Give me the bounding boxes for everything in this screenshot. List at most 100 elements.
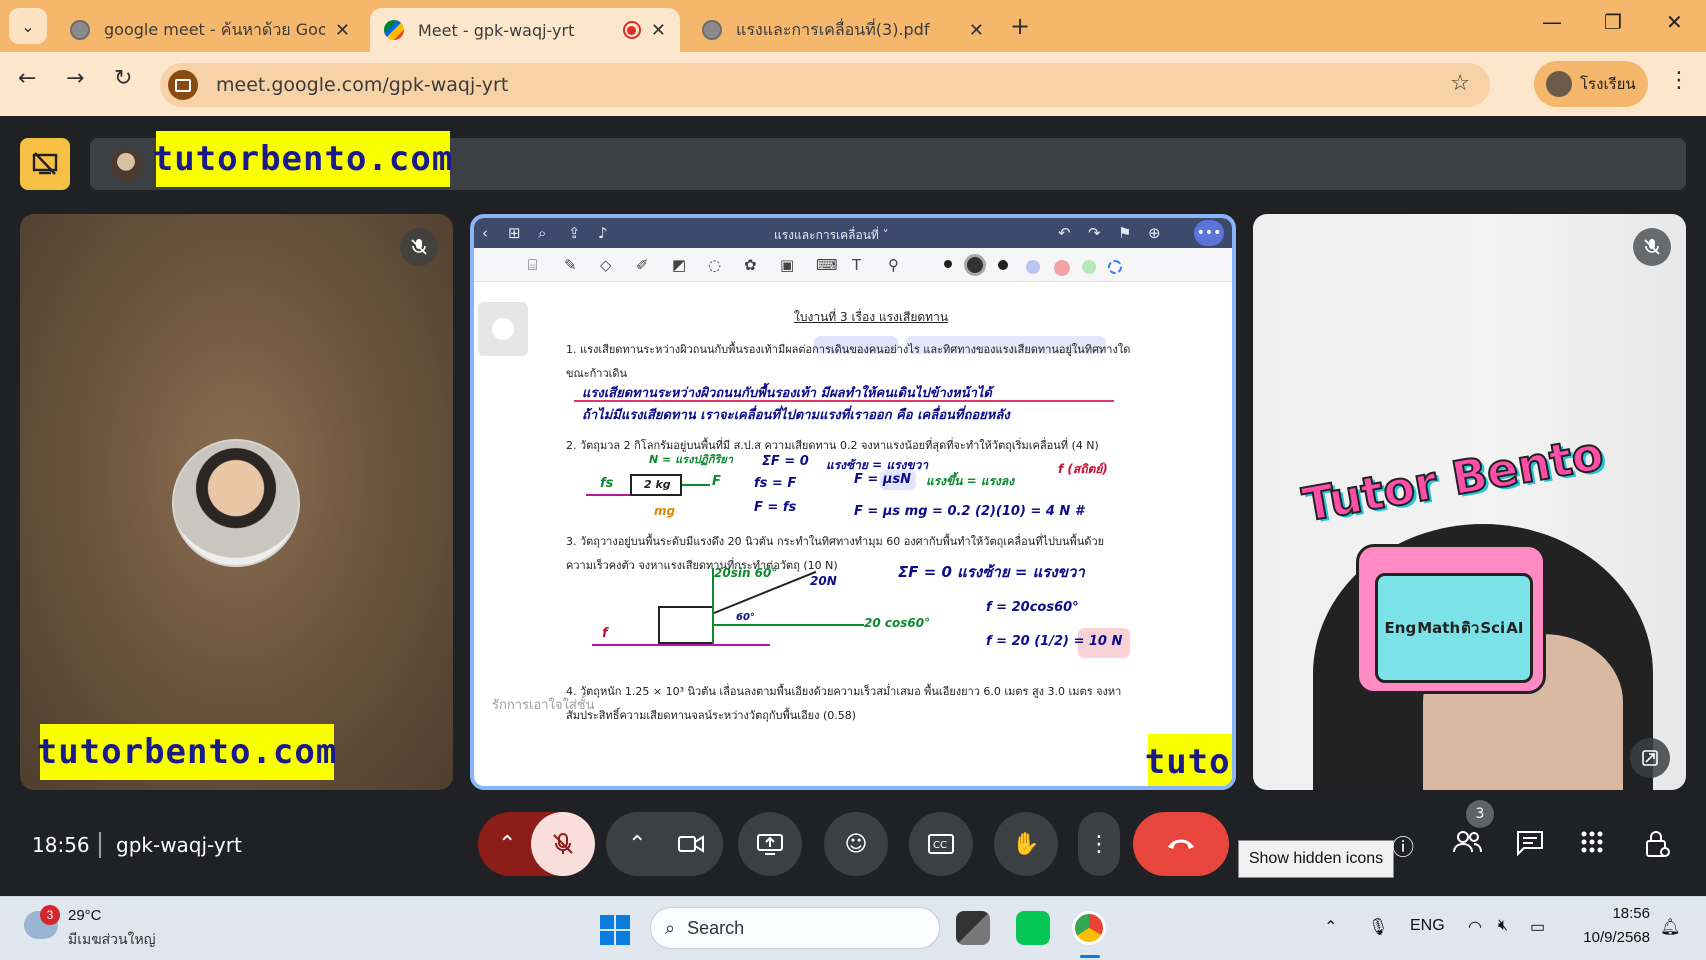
highlighter-icon[interactable]: ✐ xyxy=(636,256,649,274)
notifications-icon[interactable]: 🔔︎ xyxy=(1660,917,1680,937)
chrome-app-icon[interactable] xyxy=(1072,911,1106,945)
participant-tile-tutor[interactable]: Tutor Bento Eng Math ติว Sci AI xyxy=(1253,214,1686,790)
microphone-toggle-button[interactable] xyxy=(531,812,595,876)
shared-screen-tile[interactable]: ‹ ⊞ ⌕ ⇪ ♪ แรงและการเคลื่อนที่ ˅ ↶ ↷ ⚑ ⊕ … xyxy=(470,214,1236,790)
sticker-icon[interactable]: ✿ xyxy=(744,256,757,274)
search-placeholder: Search xyxy=(687,917,745,938)
windows-start-icon[interactable] xyxy=(600,915,630,945)
date[interactable]: 10/9/2568 xyxy=(1560,929,1650,946)
color-black[interactable] xyxy=(998,260,1008,270)
host-controls-icon[interactable] xyxy=(1644,830,1670,864)
color-blue[interactable] xyxy=(1026,260,1040,274)
raise-hand-button[interactable]: ✋ xyxy=(994,812,1058,876)
add-page-icon[interactable]: ⊕ xyxy=(1148,224,1161,242)
handwriting-eq: f = 20 (1/2) = 10 N xyxy=(986,634,1123,649)
tab-google-meet[interactable]: Meet - gpk-waqj-yrt ✕ xyxy=(370,8,680,52)
captions-button[interactable]: CC xyxy=(909,812,973,876)
site-info-icon[interactable] xyxy=(168,70,198,100)
handwriting-eq: F = fs xyxy=(754,500,797,515)
reactions-button[interactable]: ☺ xyxy=(824,812,888,876)
image-icon[interactable]: ▣ xyxy=(780,256,794,274)
color-black-small[interactable] xyxy=(944,260,952,268)
shapes-icon[interactable]: ◩ xyxy=(672,256,686,274)
window-close-icon[interactable]: ✕ xyxy=(1666,10,1683,34)
reload-icon[interactable]: ↻ xyxy=(114,66,132,91)
leave-call-button[interactable] xyxy=(1133,812,1229,876)
bookmark-star-icon[interactable]: ☆ xyxy=(1450,71,1470,96)
minimize-icon[interactable]: — xyxy=(1542,10,1562,34)
tab-search-button[interactable]: ⌄ xyxy=(9,8,47,44)
weather-text[interactable]: มีเมฆส่วนใหญ่ xyxy=(68,929,156,951)
show-hidden-icons-chevron[interactable]: ⌃ xyxy=(1324,917,1337,937)
expand-tile-icon[interactable] xyxy=(1630,738,1670,778)
share-icon[interactable]: ⇪ xyxy=(568,224,581,242)
more-options-button[interactable]: ⋮ xyxy=(1078,812,1120,876)
line-app-icon[interactable] xyxy=(1016,911,1050,945)
redo-icon[interactable]: ↷ xyxy=(1088,224,1101,242)
taskbar-search[interactable]: ⌕ Search xyxy=(650,907,940,949)
language-indicator[interactable]: ENG xyxy=(1410,917,1445,935)
chevron-up-icon: ⌃ xyxy=(628,831,647,857)
color-pink[interactable] xyxy=(1054,260,1070,276)
battery-icon[interactable]: ▭ xyxy=(1530,917,1545,937)
handwriting-label: 20 cos60° xyxy=(864,616,931,630)
new-tab-button[interactable]: + xyxy=(1010,12,1030,40)
avatar xyxy=(110,149,142,181)
chat-icon[interactable] xyxy=(1516,830,1544,862)
back-icon[interactable]: ‹ xyxy=(482,224,488,242)
tab-pdf[interactable]: แรงและการเคลื่อนที่(3).pdf ✕ xyxy=(688,8,998,52)
microphone-tray-icon[interactable]: 🎙︎ xyxy=(1368,917,1388,937)
participant-tile-student[interactable]: tutorbento.com xyxy=(20,214,453,790)
active-app-indicator xyxy=(1080,955,1100,958)
profile-button[interactable]: โรงเรียน xyxy=(1534,61,1648,107)
clock[interactable]: 18:56 xyxy=(1570,905,1650,922)
back-icon[interactable]: ← xyxy=(18,66,36,91)
eraser-icon[interactable]: ◇ xyxy=(600,256,612,274)
close-icon[interactable]: ✕ xyxy=(651,20,666,41)
present-screen-button[interactable] xyxy=(738,812,802,876)
profile-label: โรงเรียน xyxy=(1580,75,1636,93)
task-view-icon[interactable] xyxy=(956,911,990,945)
activities-icon[interactable] xyxy=(1580,830,1604,860)
lasso-text-icon[interactable]: ⌸ xyxy=(528,256,537,274)
logo-label: AI xyxy=(1506,619,1524,637)
browser-menu-icon[interactable]: ⋮ xyxy=(1668,68,1690,93)
document-title[interactable]: แรงและการเคลื่อนที่ ˅ xyxy=(774,226,889,245)
color-selected[interactable] xyxy=(964,254,986,276)
grid-icon[interactable]: ⊞ xyxy=(508,224,521,242)
close-icon[interactable]: ✕ xyxy=(335,20,350,41)
forward-icon[interactable]: → xyxy=(66,66,84,91)
meeting-info-icon[interactable]: ⓘ xyxy=(1392,830,1414,862)
meeting-code: gpk-waqj-yrt xyxy=(116,833,242,857)
address-bar[interactable]: meet.google.com/gpk-waqj-yrt ☆ xyxy=(160,63,1490,107)
text-box-icon[interactable]: T xyxy=(852,256,861,274)
question-4-cont: สัมประสิทธิ์ความเสียดทานจลน์ระหว่างวัตถุ… xyxy=(566,709,857,722)
arrow-friction xyxy=(592,644,770,646)
lasso-icon[interactable]: ◌ xyxy=(708,256,721,274)
mic-icon[interactable]: ♪ xyxy=(598,224,608,242)
laser-pointer-icon[interactable]: ⚲ xyxy=(888,256,899,274)
restore-icon[interactable]: ❐ xyxy=(1604,10,1622,34)
worksheet-page[interactable]: ใบงานที่ 3 เรื่อง แรงเสียดทาน 1. แรงเสีย… xyxy=(474,282,1232,786)
close-icon[interactable]: ✕ xyxy=(969,20,984,41)
camera-toggle-button[interactable] xyxy=(659,812,723,876)
pen-icon[interactable]: ✎ xyxy=(564,256,577,274)
volume-muted-icon[interactable]: 🔇︎ xyxy=(1498,917,1508,935)
bookmark-icon[interactable]: ⚑ xyxy=(1118,224,1131,242)
temperature[interactable]: 29°C xyxy=(68,907,102,924)
tab-google-search[interactable]: google meet - ค้นหาด้วย Google ✕ xyxy=(56,8,364,52)
search-icon[interactable]: ⌕ xyxy=(538,224,546,242)
color-green[interactable] xyxy=(1082,260,1096,274)
keyboard-icon[interactable]: ⌨ xyxy=(816,256,838,274)
people-icon[interactable] xyxy=(1452,830,1482,860)
color-add[interactable] xyxy=(1108,260,1122,274)
wifi-icon[interactable]: ◠ xyxy=(1468,917,1482,937)
undo-icon[interactable]: ↶ xyxy=(1058,224,1071,242)
handwriting-line: ถ้าไม่มีแรงเสียดทาน เราจะเคลื่อนที่ไปตาม… xyxy=(582,408,1010,423)
more-options-icon[interactable]: ••• xyxy=(1194,220,1224,246)
logo-label: Eng xyxy=(1384,619,1417,637)
page-thumbnail[interactable] xyxy=(478,302,528,356)
watermark: tutorbento.com xyxy=(37,724,336,780)
tab-title: แรงและการเคลื่อนที่(3).pdf xyxy=(736,19,930,39)
stop-presenting-button[interactable] xyxy=(20,138,70,190)
